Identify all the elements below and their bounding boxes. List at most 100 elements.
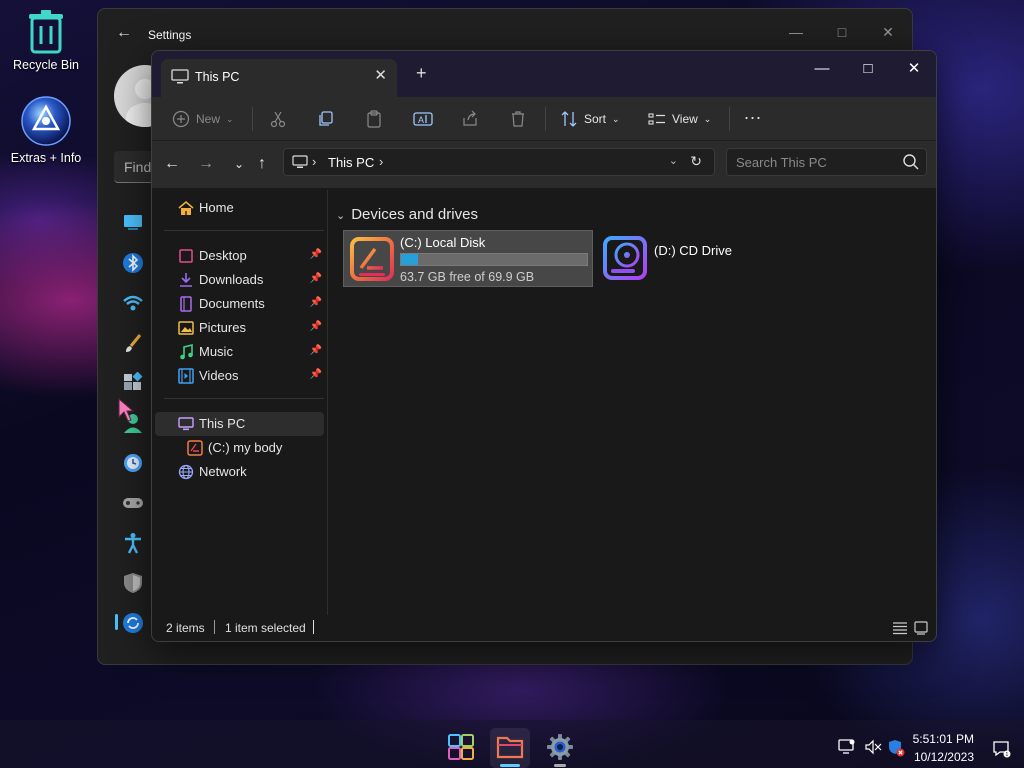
network-status-icon[interactable] — [838, 739, 856, 755]
drive-usage-bar — [400, 253, 588, 266]
search-input[interactable]: Search This PC — [726, 148, 927, 176]
settings-close-button[interactable]: ✕ — [868, 17, 908, 47]
nav-item-videos[interactable]: Videos 📌 — [152, 364, 324, 388]
chevron-down-icon[interactable]: ⌄ — [336, 210, 345, 222]
content-area: ⌄ Devices and drives (C:) Local Disk 63.7… — [329, 190, 936, 616]
windows-update-icon[interactable] — [122, 612, 144, 634]
start-button[interactable] — [441, 728, 481, 768]
nav-item-home[interactable]: Home — [152, 196, 324, 220]
settings-taskbar-button[interactable] — [540, 728, 580, 768]
rename-button[interactable]: A — [413, 107, 433, 131]
minimize-button[interactable]: — — [799, 55, 845, 83]
this-pc-icon — [292, 155, 308, 168]
tab-this-pc[interactable]: This PC ✕ — [161, 59, 397, 97]
nav-item-label: (C:) my body — [208, 440, 283, 455]
nav-item-documents[interactable]: Documents 📌 — [152, 292, 324, 316]
view-button[interactable]: View ⌄ — [648, 107, 711, 131]
tab-title: This PC — [195, 70, 240, 84]
gaming-icon[interactable] — [122, 492, 144, 514]
bluetooth-icon[interactable] — [122, 252, 144, 274]
desktop-icon-extras-info[interactable]: Extras + Info — [0, 95, 92, 165]
time-language-icon[interactable] — [122, 452, 144, 474]
recent-locations-chevron-icon[interactable]: ⌄ — [234, 157, 244, 171]
desktop-icon-label: Recycle Bin — [13, 58, 79, 72]
pin-icon: 📌 — [309, 345, 322, 356]
desktop-icon-recycle-bin[interactable]: Recycle Bin — [0, 10, 92, 72]
svg-text:1: 1 — [1006, 752, 1009, 758]
nav-item-drive-c[interactable]: (C:) my body — [152, 436, 324, 460]
up-arrow-icon[interactable]: ↑ — [258, 155, 266, 173]
tiles-view-icon[interactable] — [914, 621, 928, 635]
recycle-bin-icon — [29, 10, 63, 54]
clock-date: 10/12/2023 — [913, 750, 974, 764]
view-label: View — [672, 112, 698, 126]
nav-item-music[interactable]: Music 📌 — [152, 340, 324, 364]
breadcrumb-this-pc[interactable]: This PC — [328, 155, 374, 170]
close-button[interactable]: ✕ — [891, 55, 936, 83]
desktop-icon-label: Extras + Info — [10, 151, 82, 165]
nav-item-label: This PC — [199, 416, 246, 431]
drive-tile-c[interactable]: (C:) Local Disk 63.7 GB free of 69.9 GB — [343, 230, 593, 287]
system-icon[interactable] — [122, 211, 144, 233]
nav-item-this-pc[interactable]: This PC — [155, 412, 324, 436]
back-arrow-icon[interactable]: ← — [114, 23, 134, 43]
apps-icon[interactable] — [122, 372, 144, 394]
close-tab-icon[interactable]: ✕ — [374, 66, 387, 84]
settings-minimize-button[interactable]: — — [776, 17, 816, 47]
security-alert-icon[interactable] — [887, 739, 905, 757]
nav-item-network[interactable]: Network — [152, 460, 324, 484]
paste-button[interactable] — [365, 107, 383, 131]
svg-text:A: A — [418, 115, 424, 125]
pin-icon: 📌 — [309, 249, 322, 260]
maximize-button[interactable]: □ — [845, 55, 891, 83]
personalization-icon[interactable] — [122, 332, 144, 354]
selection-indicator — [115, 614, 118, 630]
nav-item-desktop[interactable]: Desktop 📌 — [152, 244, 324, 268]
status-bar: 2 items 1 item selected — [152, 615, 936, 641]
accessibility-icon[interactable] — [122, 532, 144, 554]
pin-icon: 📌 — [309, 273, 322, 284]
settings-maximize-button[interactable]: □ — [822, 17, 862, 47]
sort-icon — [561, 111, 577, 127]
chevron-down-icon: ⌄ — [703, 113, 712, 124]
nav-item-pictures[interactable]: Pictures 📌 — [152, 316, 324, 340]
sort-label: Sort — [584, 112, 607, 126]
file-explorer-taskbar-button[interactable] — [490, 728, 530, 768]
new-button[interactable]: New ⌄ — [172, 107, 234, 131]
pin-icon: 📌 — [309, 321, 322, 332]
new-label: New — [196, 112, 221, 126]
delete-button[interactable] — [509, 107, 527, 131]
system-clock[interactable]: 5:51:01 PM 10/12/2023 — [912, 730, 974, 766]
breadcrumb-chevron-icon[interactable]: › — [312, 154, 316, 169]
running-indicator — [500, 764, 520, 767]
search-placeholder: Search This PC — [736, 155, 827, 170]
forward-arrow-icon[interactable]: → — [198, 155, 214, 173]
refresh-icon[interactable]: ↻ — [690, 153, 702, 170]
address-bar[interactable]: › This PC › ⌄ ↻ — [283, 148, 715, 176]
volume-muted-icon[interactable] — [864, 739, 882, 755]
network-globe-icon — [178, 464, 194, 480]
details-view-icon[interactable] — [892, 621, 908, 635]
drive-free-space: 63.7 GB free of 69.9 GB — [400, 270, 535, 284]
network-icon[interactable] — [122, 292, 144, 314]
nav-item-downloads[interactable]: Downloads 📌 — [152, 268, 324, 292]
file-explorer-window[interactable]: This PC ✕ + — □ ✕ New ⌄ A Sort ⌄ View ⌄ … — [151, 50, 937, 642]
privacy-security-icon[interactable] — [122, 572, 144, 594]
item-count: 2 items — [166, 621, 205, 635]
nav-item-label: Desktop — [199, 248, 247, 263]
sort-button[interactable]: Sort ⌄ — [560, 107, 620, 131]
new-tab-icon[interactable]: + — [416, 63, 427, 84]
drive-tile-d[interactable]: (D:) CD Drive — [601, 230, 801, 287]
address-history-chevron-icon[interactable]: ⌄ — [669, 154, 678, 167]
navigation-pane: Home Desktop 📌 Downloads 📌 Documents 📌 P… — [152, 190, 328, 616]
view-icon — [648, 113, 665, 125]
cut-button[interactable] — [269, 107, 287, 131]
back-arrow-icon[interactable]: ← — [164, 155, 180, 173]
copy-button[interactable] — [317, 107, 335, 131]
notifications-icon[interactable]: 1 — [993, 740, 1011, 758]
share-button[interactable] — [461, 107, 479, 131]
breadcrumb-chevron-icon[interactable]: › — [379, 154, 383, 169]
group-header[interactable]: ⌄ Devices and drives — [336, 206, 478, 223]
cd-drive-icon — [603, 236, 647, 280]
see-more-button[interactable]: ... — [744, 101, 762, 125]
